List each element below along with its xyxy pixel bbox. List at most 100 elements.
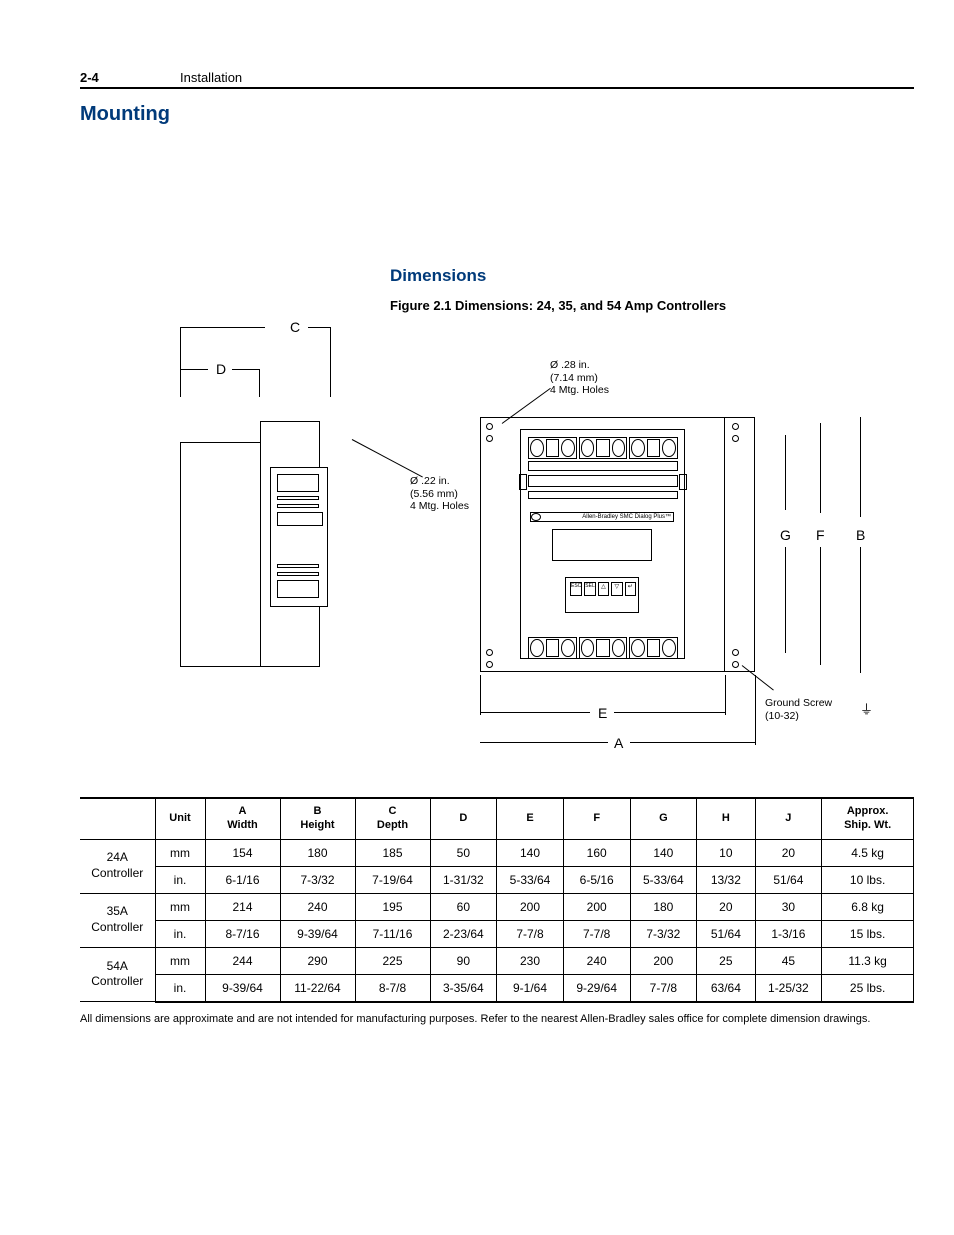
table-cell: 51/64 — [755, 866, 822, 893]
table-cell: 8-7/16 — [205, 920, 280, 947]
dim-label-e: E — [598, 705, 607, 721]
table-cell: 225 — [355, 947, 430, 974]
heading-mounting: Mounting — [80, 103, 914, 126]
table-cell: 90 — [430, 947, 497, 974]
table-cell: 7-7/8 — [630, 974, 697, 1002]
table-cell: 25 lbs. — [822, 974, 914, 1002]
dim-label-g: G — [780, 527, 791, 543]
table-cell: mm — [155, 893, 205, 920]
footnote: All dimensions are approximate and are n… — [80, 1013, 914, 1025]
table-cell: 7-3/32 — [630, 920, 697, 947]
model-label: 35AController — [80, 893, 155, 947]
table-cell: 1-31/32 — [430, 866, 497, 893]
heading-dimensions: Dimensions — [390, 266, 914, 286]
keypad: ESC SEL △ ▽ ↵ — [565, 577, 639, 613]
table-cell: 180 — [630, 893, 697, 920]
table-cell: 240 — [280, 893, 355, 920]
table-cell: 140 — [630, 839, 697, 866]
table-cell: in. — [155, 866, 205, 893]
dim-label-d: D — [216, 361, 226, 377]
table-cell: 7-7/8 — [563, 920, 630, 947]
table-cell: 154 — [205, 839, 280, 866]
table-cell: 30 — [755, 893, 822, 920]
table-cell: 2-23/64 — [430, 920, 497, 947]
device-brand-label: Allen-Bradley SMC Dialog Plus™ — [530, 512, 674, 522]
terminals-top — [528, 437, 678, 459]
hdr-a: AWidth — [205, 798, 280, 839]
hdr-h: H — [697, 798, 755, 839]
table-cell: 50 — [430, 839, 497, 866]
table-cell: 11.3 kg — [822, 947, 914, 974]
table-cell: 10 lbs. — [822, 866, 914, 893]
hdr-b: BHeight — [280, 798, 355, 839]
dim-label-b: B — [856, 527, 865, 543]
table-cell: 290 — [280, 947, 355, 974]
figure-caption: Figure 2.1 Dimensions: 24, 35, and 54 Am… — [390, 298, 914, 313]
table-cell: mm — [155, 839, 205, 866]
hdr-g: G — [630, 798, 697, 839]
dim-label-f: F — [816, 527, 825, 543]
table-cell: in. — [155, 974, 205, 1002]
table-cell: 1-3/16 — [755, 920, 822, 947]
table-cell: 51/64 — [697, 920, 755, 947]
table-cell: 6-5/16 — [563, 866, 630, 893]
table-cell: 1-25/32 — [755, 974, 822, 1002]
page-header: 2-4 Installation — [80, 70, 914, 89]
table-cell: in. — [155, 920, 205, 947]
table-cell: 9-29/64 — [563, 974, 630, 1002]
table-cell: 240 — [563, 947, 630, 974]
figure-diagram: C D Ø .22 in. (5.56 mm) — [180, 327, 940, 777]
dim-label-c: C — [290, 319, 300, 335]
model-label: 54AController — [80, 947, 155, 1002]
table-cell: 4.5 kg — [822, 839, 914, 866]
table-cell: 11-22/64 — [280, 974, 355, 1002]
table-cell: 200 — [563, 893, 630, 920]
dim-label-a: A — [614, 735, 623, 751]
note-side-holes: Ø .22 in. (5.56 mm) 4 Mtg. Holes — [410, 475, 469, 513]
hdr-wt: Approx.Ship. Wt. — [822, 798, 914, 839]
table-cell: 244 — [205, 947, 280, 974]
table-cell: 45 — [755, 947, 822, 974]
ground-icon: ⏚ — [860, 699, 873, 718]
table-cell: 185 — [355, 839, 430, 866]
table-cell: 160 — [563, 839, 630, 866]
table-cell: 63/64 — [697, 974, 755, 1002]
table-cell: 20 — [755, 839, 822, 866]
side-view — [180, 397, 350, 667]
hdr-f: F — [563, 798, 630, 839]
model-label: 24AController — [80, 839, 155, 893]
table-cell: 7-11/16 — [355, 920, 430, 947]
table-cell: 10 — [697, 839, 755, 866]
table-cell: 7-3/32 — [280, 866, 355, 893]
dimensions-table: Unit AWidth BHeight CDepth D E F G H J A… — [80, 797, 914, 1003]
table-cell: 15 lbs. — [822, 920, 914, 947]
table-cell: 200 — [630, 947, 697, 974]
hdr-e: E — [497, 798, 564, 839]
table-cell: 5-33/64 — [497, 866, 564, 893]
table-cell: 8-7/8 — [355, 974, 430, 1002]
hdr-unit: Unit — [155, 798, 205, 839]
ground-screw-note: Ground Screw (10-32) — [765, 697, 832, 722]
table-cell: 214 — [205, 893, 280, 920]
table-cell: 3-35/64 — [430, 974, 497, 1002]
note-top-holes: Ø .28 in. (7.14 mm) 4 Mtg. Holes — [550, 359, 609, 397]
hdr-d: D — [430, 798, 497, 839]
hdr-c: CDepth — [355, 798, 430, 839]
table-cell: 60 — [430, 893, 497, 920]
terminals-bottom — [528, 637, 678, 659]
table-cell: 200 — [497, 893, 564, 920]
front-view: Allen-Bradley SMC Dialog Plus™ ESC SEL △… — [480, 397, 920, 777]
table-cell: 140 — [497, 839, 564, 866]
table-cell: 7-7/8 — [497, 920, 564, 947]
table-cell: 180 — [280, 839, 355, 866]
table-cell: 6-1/16 — [205, 866, 280, 893]
table-cell: 20 — [697, 893, 755, 920]
table-cell: 195 — [355, 893, 430, 920]
table-cell: mm — [155, 947, 205, 974]
table-cell: 9-39/64 — [280, 920, 355, 947]
chapter-title: Installation — [180, 70, 242, 85]
table-cell: 6.8 kg — [822, 893, 914, 920]
table-cell: 9-39/64 — [205, 974, 280, 1002]
page-number: 2-4 — [80, 70, 180, 85]
table-cell: 7-19/64 — [355, 866, 430, 893]
